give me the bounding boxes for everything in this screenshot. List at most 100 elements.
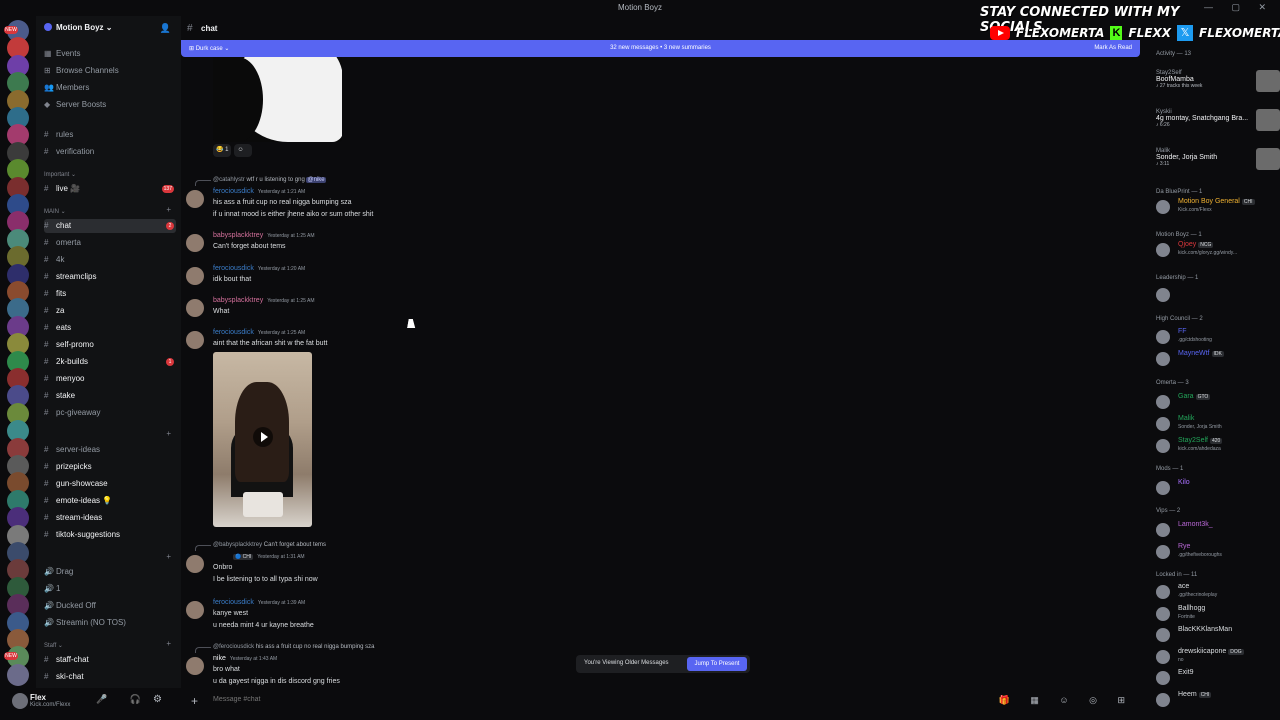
activity-card[interactable]: Stay2Self BoofMamba ♪ 27 tracks this week <box>1156 70 1280 92</box>
member-item[interactable]: Malik Sonder, Jorja Smith <box>1156 415 1280 433</box>
nav-server-boosts[interactable]: ◆ Server Boosts <box>44 98 176 112</box>
voice-channel[interactable]: 🔊 Streamin (NO TOS) <box>44 616 176 630</box>
channel-fits[interactable]: # fits <box>44 287 176 301</box>
nav-browse-channels[interactable]: ⊞ Browse Channels <box>44 64 176 78</box>
composer-tools-icons[interactable]: 🎁 ▦ ☺ ◎ ⊞ <box>999 695 1134 706</box>
jump-to-present-button[interactable]: Jump To Present <box>687 657 747 671</box>
server-name[interactable]: Motion Boyz ⌄ <box>44 23 112 32</box>
category-main[interactable]: MAIN ⌄ <box>44 208 66 215</box>
add-attachment-icon[interactable]: + <box>191 694 198 708</box>
channel-item[interactable]: # prizepicks <box>44 460 176 474</box>
author-name[interactable]: babysplackktrey <box>213 232 263 239</box>
avatar[interactable] <box>186 555 204 573</box>
message-author[interactable]: 🔵 CHI Yesterday at 1:31 AM <box>233 553 305 560</box>
channel-menyoo[interactable]: # menyoo <box>44 372 176 386</box>
channel-2k-builds[interactable]: #2k-builds 1 <box>44 355 176 369</box>
avatar[interactable] <box>186 331 204 349</box>
member-item[interactable]: ace .gg/thecrinoleplay <box>1156 583 1280 601</box>
member-item[interactable]: Stay2Self 420 kick.com/ahdedaza <box>1156 437 1280 455</box>
message-author[interactable]: nike Yesterday at 1:43 AM <box>213 655 277 662</box>
member-item[interactable]: Lamont3k_ <box>1156 521 1280 539</box>
channel-item[interactable]: # server-ideas <box>44 443 176 457</box>
message-author[interactable]: ferociousdick Yesterday at 1:20 AM <box>213 265 305 272</box>
reaction[interactable]: ☺ <box>234 144 253 157</box>
reaction[interactable]: 😂 1 <box>213 144 232 157</box>
author-name[interactable]: nike <box>213 655 226 662</box>
voice-channel[interactable]: 🔊 Ducked Off <box>44 599 176 613</box>
author-name[interactable]: ferociousdick <box>213 329 254 336</box>
reply-preview[interactable]: @ferociousdick his ass a fruit cup no re… <box>213 644 375 650</box>
channel-pc-giveaway[interactable]: # pc-giveaway <box>44 406 176 420</box>
channel-item[interactable]: # tiktok-suggestions <box>44 528 176 542</box>
category-staff[interactable]: Staff ⌄ <box>44 642 63 649</box>
nav-members[interactable]: 👥 Members <box>44 81 176 95</box>
channel-omerta[interactable]: # omerta <box>44 236 176 250</box>
invite-icon[interactable]: 👤 <box>160 23 171 34</box>
channel-streamclips[interactable]: # streamclips <box>44 270 176 284</box>
channel-live[interactable]: # live 🎥 137 <box>44 182 176 196</box>
mention[interactable]: @nike <box>306 177 326 183</box>
message-author[interactable]: ferociousdick Yesterday at 1:25 AM <box>213 329 305 336</box>
author-name[interactable]: ferociousdick <box>213 599 254 606</box>
reply-preview[interactable]: @catahlystr wtf r u listening to gng @ni… <box>213 177 326 183</box>
message-author[interactable]: ferociousdick Yesterday at 1:39 AM <box>213 599 305 606</box>
member-item[interactable]: Qjoey NCG kick.com/gloryz.gg/windy... <box>1156 241 1280 259</box>
channel-verification[interactable]: # verification <box>44 145 176 159</box>
channel-staff-chat[interactable]: # staff-chat <box>44 653 176 667</box>
member-item[interactable]: Motion Boy General CHI Kick.com/Flexx <box>1156 198 1280 216</box>
channel-item[interactable]: # stream-ideas <box>44 511 176 525</box>
channel-ski-chat[interactable]: # ski-chat <box>44 670 176 684</box>
channel-eats[interactable]: # eats <box>44 321 176 335</box>
author-name[interactable]: ferociousdick <box>213 188 254 195</box>
member-item[interactable]: FF .gg/ctdshooting <box>1156 328 1280 346</box>
add-channel-icon[interactable]: + <box>166 639 171 648</box>
member-item[interactable]: Ballhogg Fortnite <box>1156 605 1280 623</box>
nav-events[interactable]: ▦ Events <box>44 47 176 61</box>
play-icon[interactable] <box>253 427 273 447</box>
member-item[interactable]: Kilo <box>1156 479 1280 497</box>
activity-card[interactable]: Malik Sonder, Jorja Smith ♪ 3:11 <box>1156 148 1280 170</box>
avatar[interactable] <box>186 190 204 208</box>
member-item[interactable]: MayneWtf IDK <box>1156 350 1280 368</box>
add-channel-icon[interactable]: + <box>166 429 171 438</box>
member-item[interactable]: Rye .gg/thefiveboroughs <box>1156 543 1280 561</box>
mute-deafen-icons[interactable]: 🎤 🎧 <box>96 694 151 705</box>
avatar[interactable] <box>186 299 204 317</box>
message-input[interactable] <box>213 696 1033 703</box>
message-author[interactable]: ferociousdick Yesterday at 1:21 AM <box>213 188 305 195</box>
message-author[interactable]: babysplackktrey Yesterday at 1:25 AM <box>213 297 315 304</box>
add-channel-icon[interactable]: + <box>166 205 171 214</box>
add-channel-icon[interactable]: + <box>166 552 171 561</box>
member-item[interactable] <box>1156 286 1280 304</box>
avatar[interactable] <box>186 267 204 285</box>
avatar[interactable] <box>12 693 28 709</box>
voice-channel[interactable]: 🔊 Drag <box>44 565 176 579</box>
activity-card[interactable]: Kyskii 4g montay, Snatchgang Bra... ♪ 6:26 <box>1156 109 1280 131</box>
member-item[interactable]: Heem CHI <box>1156 691 1280 709</box>
channel-item[interactable]: # gun-showcase <box>44 477 176 491</box>
server-icon[interactable] <box>7 663 29 686</box>
channel-chat[interactable]: # chat 2 <box>44 219 176 233</box>
gear-icon[interactable]: ⚙ <box>153 694 162 705</box>
author-name[interactable]: babysplackktrey <box>213 297 263 304</box>
channel-self-promo[interactable]: # self-promo <box>44 338 176 352</box>
member-item[interactable]: Gara GTO <box>1156 393 1280 411</box>
member-item[interactable]: Exit9 <box>1156 669 1280 687</box>
channel-4k[interactable]: #4k <box>44 253 176 267</box>
member-item[interactable]: drewskiicapone DOG no <box>1156 648 1280 666</box>
channel-stake[interactable]: # stake <box>44 389 176 403</box>
category-important[interactable]: Important ⌄ <box>44 171 76 178</box>
avatar[interactable] <box>186 601 204 619</box>
channel-rules[interactable]: # rules <box>44 128 176 142</box>
image-attachment[interactable] <box>213 57 342 142</box>
channel-item[interactable]: # emote-ideas 💡 <box>44 494 176 508</box>
voice-channel[interactable]: 🔊 1 <box>44 582 176 596</box>
author-name[interactable]: ferociousdick <box>213 265 254 272</box>
channel-za[interactable]: # za <box>44 304 176 318</box>
member-item[interactable]: BlacKKKlansMan <box>1156 626 1280 644</box>
reply-preview[interactable]: @babysplackktrey Can't forget about tems <box>213 542 326 548</box>
avatar[interactable] <box>186 657 204 675</box>
message-author[interactable]: babysplackktrey Yesterday at 1:25 AM <box>213 232 315 239</box>
video-attachment[interactable] <box>213 352 312 527</box>
avatar[interactable] <box>186 234 204 252</box>
